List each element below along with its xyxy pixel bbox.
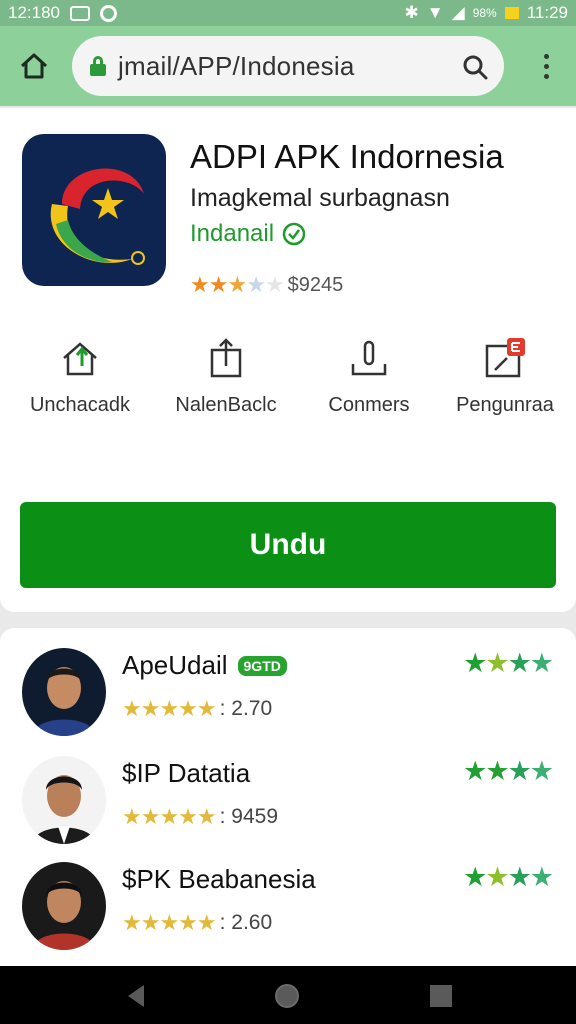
list-item[interactable]: ApeUdail 9GTD ★★★★★ : 2.70 ★★★★ xyxy=(0,648,576,746)
app-logo-icon xyxy=(22,134,166,286)
status-time-right: 11:29 xyxy=(526,3,568,22)
review-right-stars: ★★★★ xyxy=(463,862,554,892)
review-score: : 2.70 xyxy=(219,697,273,720)
developer-name: Indanail xyxy=(190,220,275,247)
search-icon[interactable] xyxy=(462,54,488,80)
home-icon xyxy=(20,53,48,79)
url-text: jmail/APP/Indonesia xyxy=(118,50,355,81)
upload-home-icon xyxy=(63,342,97,376)
system-nav-bar xyxy=(0,966,576,1024)
review-stars: ★★★★★ xyxy=(122,804,217,829)
action-label: Conmers xyxy=(328,394,410,416)
action-unchacadk[interactable]: Unchacadk xyxy=(15,336,145,417)
app-subtitle: Imagkemal surbagnasn xyxy=(190,184,450,212)
overflow-menu-button[interactable] xyxy=(536,48,556,84)
review-right-stars: ★★★★ xyxy=(463,648,554,678)
app-details-card: ADPI APK Indornesia Imagkemal surbagnasn… xyxy=(0,108,576,612)
developer-link[interactable]: Indanail xyxy=(190,220,306,248)
list-item[interactable]: $PK Beabanesia ★★★★★ : 2.60 ★★★★ xyxy=(0,862,576,960)
back-icon[interactable] xyxy=(124,983,150,1009)
home-button[interactable] xyxy=(14,48,54,84)
browser-toolbar: jmail/APP/Indonesia xyxy=(0,26,576,106)
avatar xyxy=(22,648,106,736)
reviewer-name: $PK Beabanesia xyxy=(122,864,316,895)
signal-icon: ◢ xyxy=(451,3,465,22)
review-score: : 2.60 xyxy=(219,911,273,934)
reviewer-name-text: ApeUdail xyxy=(122,650,228,680)
download-icon xyxy=(351,340,387,376)
action-label: Pengunraa xyxy=(456,394,554,416)
status-bar: 12:180 ✱ ▼ ◢ 98% 11:29 xyxy=(0,0,576,26)
battery-percent: 98% xyxy=(472,6,497,20)
address-bar[interactable]: jmail/APP/Indonesia xyxy=(72,36,504,96)
rating-stars: ★ ★ ★ ★ ★ xyxy=(190,272,285,297)
review-right-stars: ★★★★ xyxy=(463,756,554,786)
badge-icon xyxy=(485,338,525,378)
reviewer-badge: 9GTD xyxy=(237,655,287,676)
action-label: Unchacadk xyxy=(29,394,131,416)
home-circle-icon[interactable] xyxy=(274,983,300,1009)
notification-icon xyxy=(70,5,90,21)
share-icon xyxy=(210,338,242,378)
reviews-list: ApeUdail 9GTD ★★★★★ : 2.70 ★★★★ $IP Data… xyxy=(0,628,576,968)
action-nalenbaclc[interactable]: NalenBaclc xyxy=(161,336,291,417)
review-stars: ★★★★★ xyxy=(122,910,217,935)
bluetooth-icon: ✱ xyxy=(404,3,419,22)
status-time-left: 12:180 xyxy=(8,3,60,22)
review-stars: ★★★★★ xyxy=(122,696,217,721)
rating-count: $9245 xyxy=(287,273,344,296)
review-rating: ★★★★★ : 2.60 xyxy=(122,910,272,936)
reviewer-name-text: $PK Beabanesia xyxy=(122,864,316,894)
reviewer-name: $IP Datatia xyxy=(122,758,250,789)
reviewer-name-text: $IP Datatia xyxy=(122,758,251,788)
review-rating: ★★★★★ : 2.70 xyxy=(122,696,272,722)
battery-icon xyxy=(504,7,519,19)
avatar xyxy=(22,862,106,950)
action-conmers[interactable]: Conmers xyxy=(304,336,434,417)
reviewer-name: ApeUdail 9GTD xyxy=(122,650,287,681)
recents-icon[interactable] xyxy=(428,983,454,1009)
action-label: NalenBaclc xyxy=(175,394,277,416)
action-pengunraa[interactable]: Pengunraa xyxy=(440,336,570,417)
app-rating: ★ ★ ★ ★ ★ $9245 xyxy=(190,272,343,298)
lock-icon xyxy=(90,56,106,76)
avatar xyxy=(22,756,106,844)
install-button[interactable]: Undu xyxy=(20,502,556,588)
action-row: Unchacadk NalenBaclc Conmers Pengunraa xyxy=(0,336,576,426)
review-score: : 9459 xyxy=(219,805,279,828)
wifi-icon: ▼ xyxy=(426,3,444,22)
app-title: ADPI APK Indornesia xyxy=(190,138,504,175)
sync-icon xyxy=(100,4,117,22)
review-rating: ★★★★★ : 9459 xyxy=(122,804,278,830)
list-item[interactable]: $IP Datatia ★★★★★ : 9459 ★★★★ xyxy=(0,756,576,854)
verified-check-icon xyxy=(282,222,306,246)
